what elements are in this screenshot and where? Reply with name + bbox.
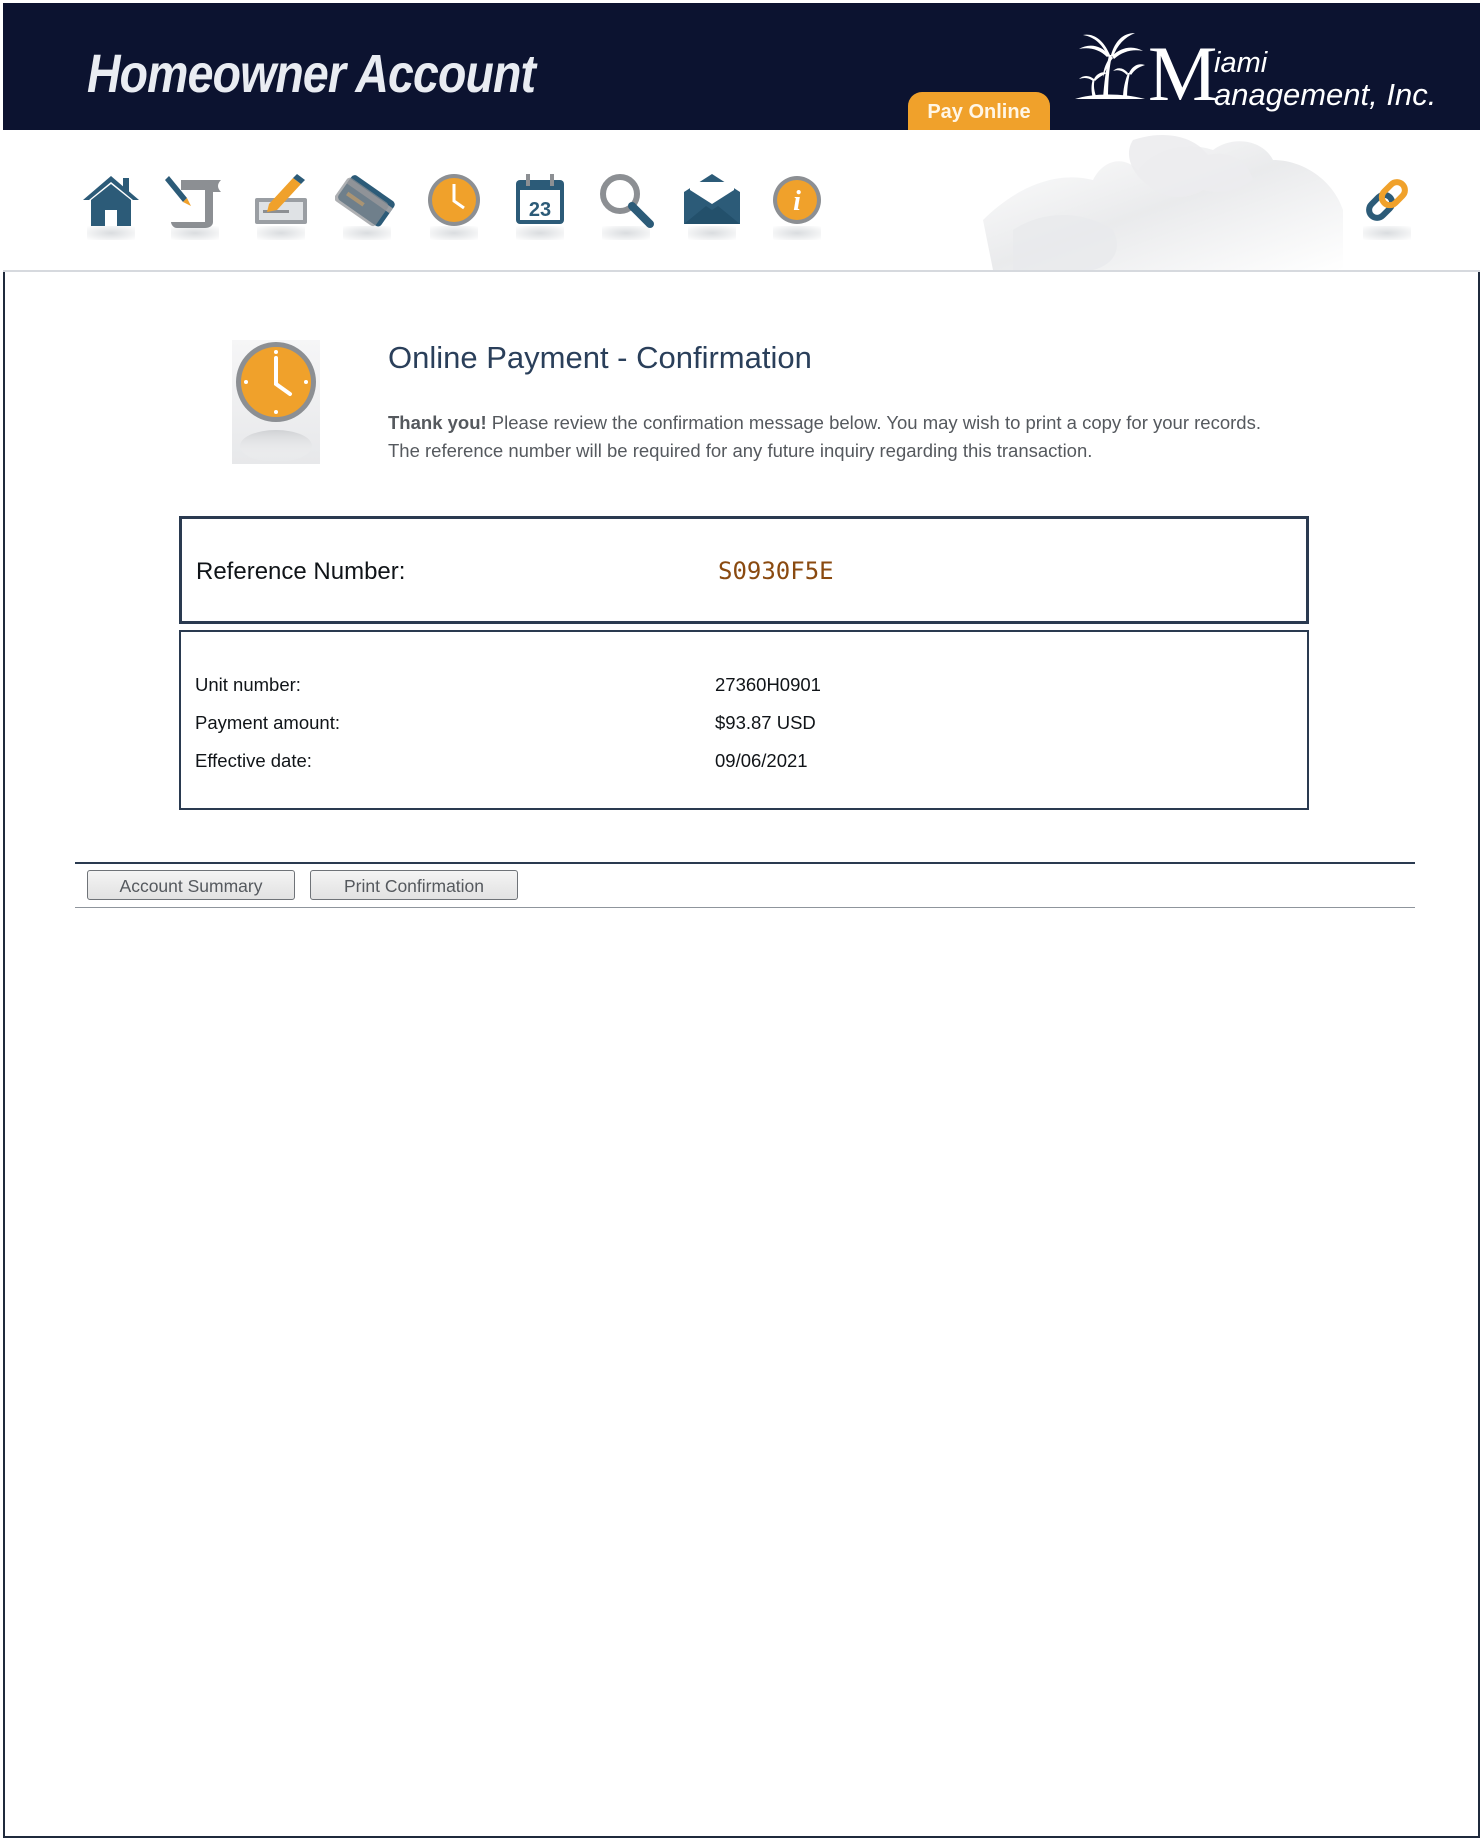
logo-text-line2: anagement, Inc. <box>1214 77 1437 112</box>
palm-tree-icon <box>1075 33 1145 99</box>
puzzle-background-graphic <box>983 135 1343 270</box>
detail-row-amount: Payment amount: $93.87 USD <box>195 712 816 734</box>
nav-credit-card[interactable] <box>334 170 399 242</box>
header-bar: Homeowner Account Pay Online M iami anag… <box>3 3 1480 130</box>
nav-home[interactable] <box>79 170 143 242</box>
intro-line1: Please review the confirmation message b… <box>486 412 1261 433</box>
logo-initial: M <box>1148 30 1218 117</box>
detail-row-date: Effective date: 09/06/2021 <box>195 750 808 772</box>
print-confirmation-button[interactable]: Print Confirmation <box>310 870 518 900</box>
reference-number-value: S0930F5E <box>718 557 834 585</box>
company-logo: M iami anagement, Inc. <box>1073 30 1436 117</box>
svg-text:i: i <box>793 186 801 217</box>
intro-thank-you: Thank you! <box>388 412 487 433</box>
intro-text: Thank you! Please review the confirmatio… <box>388 409 1328 465</box>
link-icon <box>1366 179 1408 221</box>
check-writing-icon <box>255 174 307 224</box>
payment-amount-label: Payment amount: <box>195 712 340 733</box>
payment-details-box: Unit number: 27360H0901 Payment amount: … <box>179 630 1309 810</box>
effective-date-label: Effective date: <box>195 750 312 771</box>
page-title: Online Payment - Confirmation <box>388 340 812 375</box>
pay-online-tab[interactable]: Pay Online <box>908 92 1050 130</box>
reference-number-label: Reference Number: <box>196 558 406 585</box>
app-title: Homeowner Account <box>87 44 536 104</box>
nav-calendar[interactable]: 23 <box>508 170 572 242</box>
ledger-scroll-icon <box>165 176 221 228</box>
logo-text-line1: iami <box>1214 47 1268 79</box>
clock-icon <box>428 174 480 226</box>
intro-line2: The reference number will be required fo… <box>388 440 1093 461</box>
nav-mail[interactable] <box>680 170 744 242</box>
payment-amount-value: $93.87 USD <box>715 712 816 733</box>
account-summary-button[interactable]: Account Summary <box>87 870 295 900</box>
calendar-icon: 23 <box>516 174 564 224</box>
search-icon <box>600 174 654 228</box>
effective-date-value: 09/06/2021 <box>715 750 808 771</box>
nav-links[interactable] <box>1355 170 1419 242</box>
button-bar-top-rule <box>75 862 1415 864</box>
nav-payment-check[interactable] <box>249 170 313 242</box>
credit-card-icon <box>334 175 395 227</box>
nav-ledger[interactable] <box>163 170 227 242</box>
reference-number-box: Reference Number: S0930F5E <box>179 516 1309 624</box>
page-frame <box>3 3 1480 1838</box>
detail-row-unit: Unit number: 27360H0901 <box>195 674 821 696</box>
unit-number-label: Unit number: <box>195 674 301 695</box>
mail-icon <box>684 174 740 224</box>
home-icon <box>83 176 139 226</box>
icon-nav-bar: 23 i <box>3 130 1480 272</box>
nav-search[interactable] <box>594 170 658 242</box>
info-icon: i <box>773 176 821 224</box>
unit-number-value: 27360H0901 <box>715 674 821 695</box>
nav-info[interactable]: i <box>765 170 829 242</box>
clock-large-icon <box>232 340 320 464</box>
svg-text:23: 23 <box>529 199 551 221</box>
button-bar-bottom-rule <box>75 907 1415 908</box>
nav-clock[interactable] <box>422 170 486 242</box>
